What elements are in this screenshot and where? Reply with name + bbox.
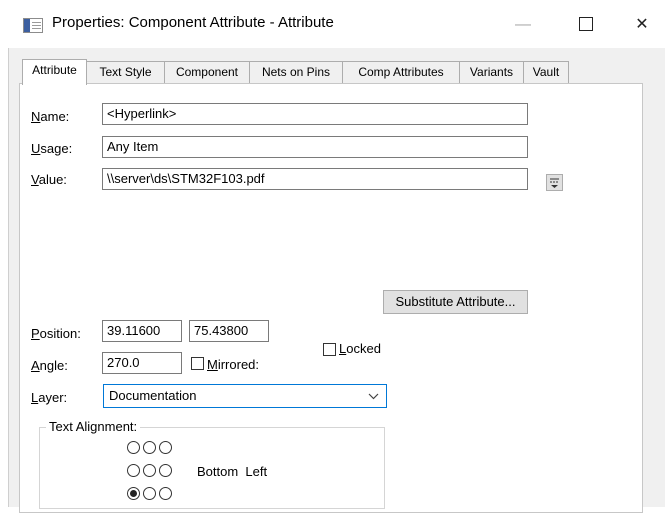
angle-field[interactable]: 270.0 xyxy=(102,352,182,374)
tab-nets-on-pins[interactable]: Nets on Pins xyxy=(249,61,343,83)
align-middle-right-radio[interactable] xyxy=(159,464,172,477)
equation-menu-icon xyxy=(550,178,559,188)
maximize-button[interactable] xyxy=(563,10,609,40)
close-button[interactable]: ✕ xyxy=(619,10,665,40)
properties-app-icon xyxy=(23,18,43,33)
locked-checkbox[interactable] xyxy=(323,343,336,356)
align-middle-left-radio[interactable] xyxy=(127,464,140,477)
align-bottom-right-radio[interactable] xyxy=(159,487,172,500)
properties-dialog: Attribute Text Style Component Nets on P… xyxy=(8,48,665,513)
text-alignment-group: Text Alignment: Bottom Left xyxy=(39,419,385,509)
minimize-icon: — xyxy=(515,16,531,33)
mirrored-checkbox[interactable] xyxy=(191,357,204,370)
substitute-attribute-button[interactable]: Substitute Attribute... xyxy=(383,290,528,314)
tab-comp-attributes[interactable]: Comp Attributes xyxy=(342,61,460,83)
value-options-button[interactable] xyxy=(546,174,563,191)
locked-label: Locked xyxy=(339,341,381,356)
value-label: Value: xyxy=(31,172,67,187)
layer-dropdown[interactable]: Documentation xyxy=(103,384,387,408)
maximize-icon xyxy=(579,16,593,31)
align-bottom-left-radio[interactable] xyxy=(127,487,140,500)
tab-component[interactable]: Component xyxy=(164,61,250,83)
value-field[interactable]: \\server\ds\STM32F103.pdf xyxy=(102,168,528,190)
tab-text-style[interactable]: Text Style xyxy=(86,61,165,83)
align-top-right-radio[interactable] xyxy=(159,441,172,454)
layer-selected-value: Documentation xyxy=(109,388,197,403)
window-title: Properties: Component Attribute - Attrib… xyxy=(52,14,334,31)
chevron-down-icon xyxy=(368,393,379,400)
align-bottom-center-radio[interactable] xyxy=(143,487,156,500)
tab-variants[interactable]: Variants xyxy=(459,61,524,83)
tab-attribute[interactable]: Attribute xyxy=(22,59,87,85)
minimize-button[interactable]: — xyxy=(500,10,546,40)
title-bar: Properties: Component Attribute - Attrib… xyxy=(0,0,665,48)
align-top-left-radio[interactable] xyxy=(127,441,140,454)
alignment-description: Bottom Left xyxy=(197,464,268,479)
position-label: Position: xyxy=(31,326,81,341)
close-icon: ✕ xyxy=(635,16,649,33)
attribute-panel: Name: <Hyperlink> Usage: Any Item Value:… xyxy=(19,83,643,513)
usage-label: Usage: xyxy=(31,141,73,156)
angle-label: Angle: xyxy=(31,358,68,373)
usage-field[interactable]: Any Item xyxy=(102,136,528,158)
layer-label: Layer: xyxy=(31,390,68,405)
name-label: Name: xyxy=(31,109,70,124)
align-top-center-radio[interactable] xyxy=(143,441,156,454)
name-field[interactable]: <Hyperlink> xyxy=(102,103,528,125)
text-alignment-legend: Text Alignment: xyxy=(46,419,141,434)
tab-vault[interactable]: Vault xyxy=(523,61,569,83)
position-x-field[interactable]: 39.11600 xyxy=(102,320,182,342)
mirrored-label: Mirrored: xyxy=(207,357,260,372)
align-middle-center-radio[interactable] xyxy=(143,464,156,477)
position-y-field[interactable]: 75.43800 xyxy=(189,320,269,342)
